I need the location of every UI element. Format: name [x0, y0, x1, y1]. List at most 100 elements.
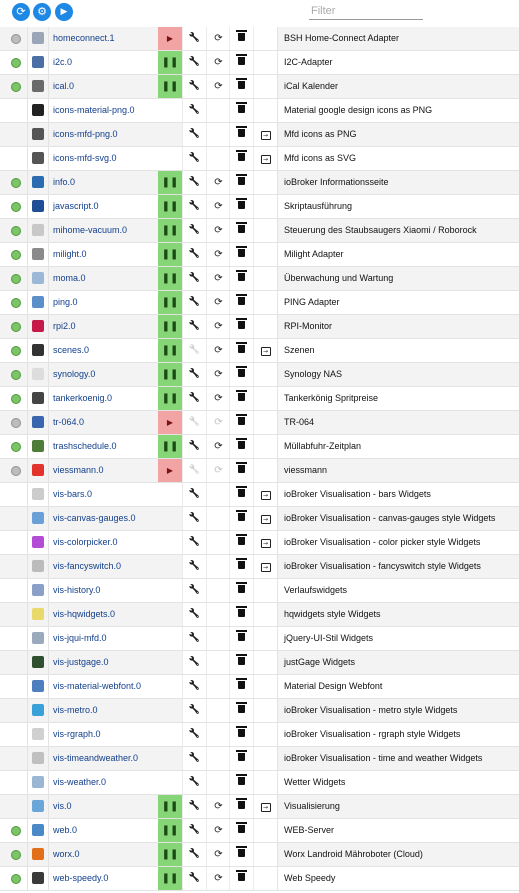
restart-button[interactable]: ⟳ — [206, 195, 230, 218]
settings-button[interactable]: 🔧 — [182, 651, 206, 674]
delete-button[interactable] — [229, 507, 253, 530]
adapter-name[interactable]: info.0 — [48, 171, 163, 194]
settings-button[interactable]: 🔧 — [182, 147, 206, 170]
delete-button[interactable] — [229, 243, 253, 266]
delete-button[interactable] — [229, 195, 253, 218]
adapter-name[interactable]: vis-fancyswitch.0 — [48, 555, 163, 578]
adapter-name[interactable]: homeconnect.1 — [48, 27, 163, 50]
settings-button[interactable]: 🔧 — [182, 579, 206, 602]
adapter-name[interactable]: scenes.0 — [48, 339, 163, 362]
delete-button[interactable] — [229, 363, 253, 386]
upload-button[interactable]: → — [253, 123, 277, 146]
adapter-name[interactable]: web-speedy.0 — [48, 867, 163, 890]
pause-button[interactable]: ❚❚ — [158, 843, 182, 866]
settings-button[interactable]: 🔧 — [182, 867, 206, 890]
adapter-name[interactable]: moma.0 — [48, 267, 163, 290]
settings-button[interactable]: 🔧 — [182, 123, 206, 146]
restart-button[interactable]: ⟳ — [206, 339, 230, 362]
adapter-name[interactable]: trashschedule.0 — [48, 435, 163, 458]
settings-button[interactable]: 🔧 — [182, 555, 206, 578]
adapter-name[interactable]: vis-material-webfont.0 — [48, 675, 163, 698]
adapter-name[interactable]: ical.0 — [48, 75, 163, 98]
adapter-name[interactable]: milight.0 — [48, 243, 163, 266]
start-button[interactable]: ▶ — [158, 459, 182, 482]
restart-button[interactable]: ⟳ — [206, 27, 230, 50]
pause-button[interactable]: ❚❚ — [158, 171, 182, 194]
restart-button[interactable] — [206, 507, 230, 530]
pause-button[interactable]: ❚❚ — [158, 867, 182, 890]
delete-button[interactable] — [229, 651, 253, 674]
adapter-name[interactable]: vis-hqwidgets.0 — [48, 603, 163, 626]
filter-input[interactable] — [309, 3, 423, 20]
restart-button[interactable]: ⟳ — [206, 243, 230, 266]
delete-button[interactable] — [229, 75, 253, 98]
settings-button[interactable]: 🔧 — [182, 411, 206, 434]
adapter-name[interactable]: vis-jqui-mfd.0 — [48, 627, 163, 650]
settings-button[interactable]: 🔧 — [182, 99, 206, 122]
pause-button[interactable]: ❚❚ — [158, 291, 182, 314]
adapter-name[interactable]: icons-material-png.0 — [48, 99, 163, 122]
settings-button[interactable]: 🔧 — [182, 339, 206, 362]
restart-button[interactable]: ⟳ — [206, 411, 230, 434]
restart-button[interactable] — [206, 579, 230, 602]
delete-button[interactable] — [229, 219, 253, 242]
settings-button[interactable]: 🔧 — [182, 27, 206, 50]
adapter-name[interactable]: vis-history.0 — [48, 579, 163, 602]
settings-button[interactable]: 🔧 — [182, 843, 206, 866]
settings-button[interactable]: 🔧 — [182, 723, 206, 746]
settings-button[interactable]: 🔧 — [182, 699, 206, 722]
delete-button[interactable] — [229, 459, 253, 482]
upload-button[interactable]: → — [253, 531, 277, 554]
pause-button[interactable]: ❚❚ — [158, 435, 182, 458]
restart-button[interactable]: ⟳ — [206, 459, 230, 482]
delete-button[interactable] — [229, 51, 253, 74]
delete-button[interactable] — [229, 147, 253, 170]
settings-button[interactable]: 🔧 — [182, 387, 206, 410]
settings-button[interactable]: 🔧 — [182, 75, 206, 98]
delete-button[interactable] — [229, 699, 253, 722]
adapter-name[interactable]: viessmann.0 — [48, 459, 163, 482]
adapter-name[interactable]: vis-metro.0 — [48, 699, 163, 722]
upload-button[interactable]: → — [253, 555, 277, 578]
delete-button[interactable] — [229, 603, 253, 626]
restart-button[interactable] — [206, 675, 230, 698]
install-icon[interactable]: ⚙ — [33, 3, 51, 21]
settings-button[interactable]: 🔧 — [182, 51, 206, 74]
delete-button[interactable] — [229, 315, 253, 338]
restart-button[interactable] — [206, 627, 230, 650]
delete-button[interactable] — [229, 483, 253, 506]
pause-button[interactable]: ❚❚ — [158, 339, 182, 362]
restart-button[interactable] — [206, 699, 230, 722]
adapter-name[interactable]: synology.0 — [48, 363, 163, 386]
restart-button[interactable]: ⟳ — [206, 387, 230, 410]
delete-button[interactable] — [229, 339, 253, 362]
refresh-icon[interactable]: ⟳ — [12, 3, 30, 21]
pause-button[interactable]: ❚❚ — [158, 387, 182, 410]
delete-button[interactable] — [229, 843, 253, 866]
settings-button[interactable]: 🔧 — [182, 291, 206, 314]
adapter-name[interactable]: vis-timeandweather.0 — [48, 747, 163, 770]
adapter-name[interactable]: ping.0 — [48, 291, 163, 314]
pause-button[interactable]: ❚❚ — [158, 315, 182, 338]
pause-button[interactable]: ❚❚ — [158, 267, 182, 290]
restart-button[interactable] — [206, 723, 230, 746]
restart-button[interactable]: ⟳ — [206, 315, 230, 338]
restart-button[interactable] — [206, 747, 230, 770]
settings-button[interactable]: 🔧 — [182, 819, 206, 842]
settings-button[interactable]: 🔧 — [182, 771, 206, 794]
pause-button[interactable]: ❚❚ — [158, 363, 182, 386]
delete-button[interactable] — [229, 723, 253, 746]
adapter-name[interactable]: icons-mfd-svg.0 — [48, 147, 163, 170]
delete-button[interactable] — [229, 123, 253, 146]
delete-button[interactable] — [229, 555, 253, 578]
upload-button[interactable]: → — [253, 507, 277, 530]
settings-button[interactable]: 🔧 — [182, 795, 206, 818]
delete-button[interactable] — [229, 171, 253, 194]
restart-button[interactable] — [206, 123, 230, 146]
pause-button[interactable]: ❚❚ — [158, 195, 182, 218]
restart-button[interactable]: ⟳ — [206, 171, 230, 194]
delete-button[interactable] — [229, 291, 253, 314]
settings-button[interactable]: 🔧 — [182, 267, 206, 290]
pause-button[interactable]: ❚❚ — [158, 75, 182, 98]
delete-button[interactable] — [229, 819, 253, 842]
